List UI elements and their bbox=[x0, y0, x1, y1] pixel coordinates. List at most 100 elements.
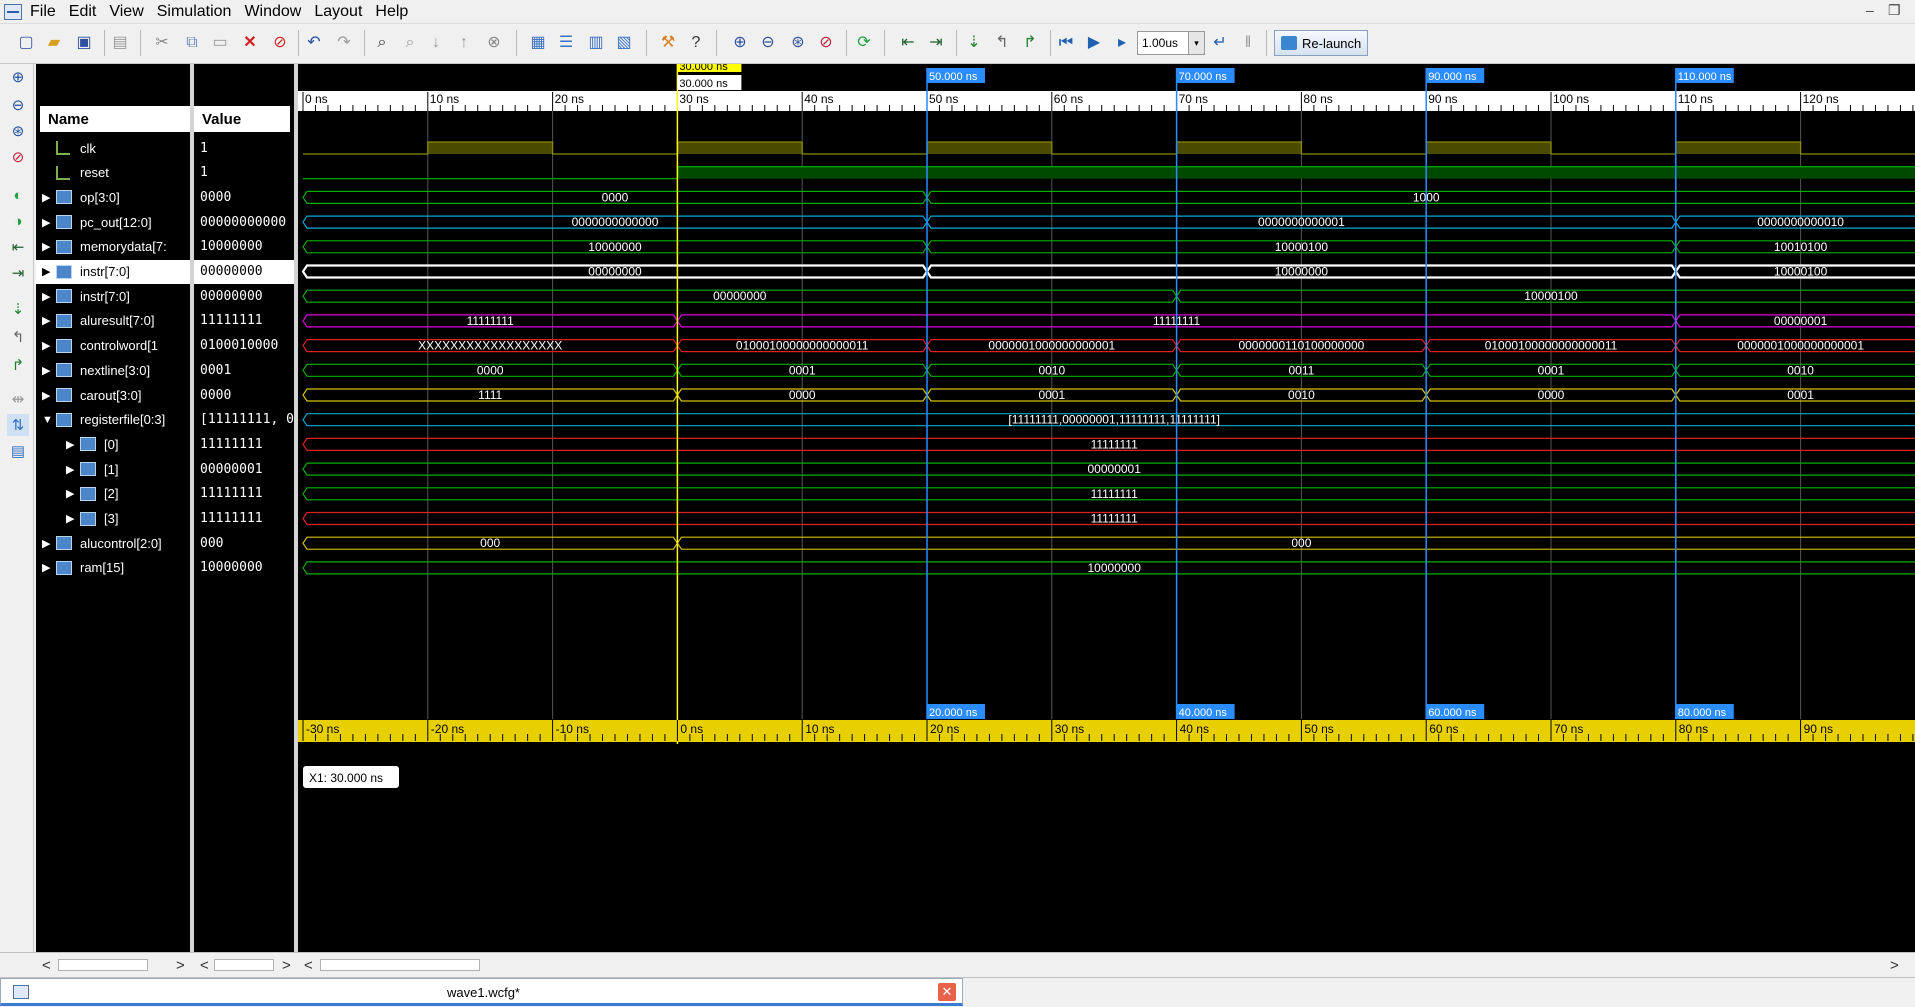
restore-button[interactable]: ❐ bbox=[1888, 2, 1901, 19]
expand-arrow-icon[interactable]: ▶ bbox=[42, 314, 50, 327]
menu-window[interactable]: Window bbox=[242, 3, 312, 21]
relaunch-button[interactable]: Re-launch bbox=[1274, 30, 1368, 56]
step-over-icon[interactable]: ↵ bbox=[1208, 30, 1232, 56]
expand-arrow-icon[interactable]: ▶ bbox=[66, 438, 74, 451]
go-to-last-time-icon[interactable]: ⇥ bbox=[924, 30, 948, 56]
expand-arrow-icon[interactable]: ▶ bbox=[42, 389, 50, 402]
step-icon[interactable]: ⇣ bbox=[962, 30, 986, 56]
go-to-last-time-icon[interactable]: ◑ bbox=[7, 210, 29, 232]
clear-icon[interactable]: ⊗ bbox=[482, 30, 506, 56]
zoom-out-icon[interactable]: ⊖ bbox=[756, 30, 780, 56]
signal-row[interactable]: ▶ [2] bbox=[36, 482, 190, 506]
expand-arrow-icon[interactable]: ▶ bbox=[42, 265, 50, 278]
move-up-icon[interactable]: ↑ bbox=[452, 30, 476, 56]
print-icon[interactable]: ▤ bbox=[108, 30, 132, 56]
run-time-field[interactable]: 1.00us bbox=[1137, 31, 1189, 55]
floating-ruler-icon[interactable]: ▤ bbox=[7, 440, 29, 462]
expand-arrow-icon[interactable]: ▶ bbox=[42, 561, 50, 574]
expand-arrow-icon[interactable]: ▶ bbox=[42, 290, 50, 303]
redo-icon[interactable]: ↷ bbox=[332, 30, 356, 56]
value-scroll-thumb[interactable] bbox=[214, 959, 274, 971]
waveform-scroll-thumb[interactable] bbox=[320, 959, 480, 971]
expand-arrow-icon[interactable]: ▶ bbox=[42, 339, 50, 352]
zoom-out-icon[interactable]: ⊖ bbox=[7, 94, 29, 116]
collapse-arrow-icon[interactable]: ▼ bbox=[42, 414, 53, 426]
tab-wave1[interactable]: wave1.wcfg* ✕ bbox=[0, 978, 963, 1006]
ungroup-icon[interactable]: ▧ bbox=[612, 30, 636, 56]
delete-icon[interactable]: ✕ bbox=[238, 30, 262, 56]
signal-row[interactable]: ▶ [3] bbox=[36, 507, 190, 531]
scroll-left-arrow[interactable]: < bbox=[200, 957, 209, 974]
find-next-icon[interactable]: ⌕ bbox=[398, 30, 422, 56]
signal-row[interactable]: ▶ op[3:0] bbox=[36, 185, 190, 209]
signal-row[interactable]: ▶ aluresult[7:0] bbox=[36, 309, 190, 333]
scroll-right-arrow[interactable]: > bbox=[282, 957, 291, 974]
signal-row[interactable]: ▶ controlword[1 bbox=[36, 334, 190, 358]
snap-to-transition-icon[interactable]: ⇅ bbox=[7, 414, 29, 436]
add-marker-icon[interactable]: ⇣ bbox=[7, 298, 29, 320]
cut-icon[interactable]: ✂ bbox=[150, 30, 174, 56]
scroll-left-arrow[interactable]: < bbox=[304, 957, 313, 974]
zoom-fit-icon[interactable]: ⊛ bbox=[7, 120, 29, 142]
run-time-dropdown-icon[interactable]: ▾ bbox=[1188, 31, 1205, 55]
signal-row[interactable]: ▶ instr[7:0] bbox=[36, 284, 190, 308]
next-marker-icon[interactable]: ↱ bbox=[7, 354, 29, 376]
restart-icon[interactable]: ⏮ bbox=[1054, 30, 1078, 56]
zoom-in-icon[interactable]: ⊕ bbox=[7, 66, 29, 88]
scroll-left-arrow[interactable]: < bbox=[42, 957, 51, 974]
menu-view[interactable]: View bbox=[107, 3, 154, 21]
signal-row[interactable]: ▶ nextline[3:0] bbox=[36, 358, 190, 382]
zoom-cursor-icon[interactable]: ⊘ bbox=[814, 30, 838, 56]
settings-icon[interactable]: ⚒ bbox=[656, 30, 680, 56]
menu-simulation[interactable]: Simulation bbox=[155, 3, 243, 21]
refresh-icon[interactable]: ⟳ bbox=[852, 30, 876, 56]
menu-edit[interactable]: Edit bbox=[67, 3, 108, 21]
find-icon[interactable]: ⌕ bbox=[370, 30, 394, 56]
next-transition-icon[interactable]: ⇥ bbox=[7, 262, 29, 284]
menu-layout[interactable]: Layout bbox=[312, 3, 373, 21]
scroll-right-arrow[interactable]: > bbox=[176, 957, 185, 974]
run-all-icon[interactable]: ▶ bbox=[1082, 30, 1106, 56]
signal-row[interactable]: clk bbox=[36, 136, 190, 160]
signal-row[interactable]: ▶ carout[3:0] bbox=[36, 383, 190, 407]
go-to-time-0-icon[interactable]: ◐ bbox=[7, 184, 29, 206]
zoom-fit-icon[interactable]: ⊛ bbox=[786, 30, 810, 56]
move-down-icon[interactable]: ↓ bbox=[424, 30, 448, 56]
zoom-cursor-icon[interactable]: ⊘ bbox=[7, 146, 29, 168]
open-folder-icon[interactable]: ▰ bbox=[42, 30, 66, 56]
signal-row[interactable]: reset bbox=[36, 161, 190, 185]
swap-cursors-icon[interactable]: ⇹ bbox=[7, 388, 29, 410]
expand-arrow-icon[interactable]: ▶ bbox=[66, 512, 74, 525]
run-for-icon[interactable]: ▸ bbox=[1110, 30, 1134, 56]
value-column-header[interactable]: Value bbox=[194, 106, 290, 132]
divider-icon[interactable]: ☰ bbox=[554, 30, 578, 56]
go-to-time-0-icon[interactable]: ⇤ bbox=[896, 30, 920, 56]
signal-row[interactable]: ▼ registerfile[0:3] bbox=[36, 408, 190, 432]
expand-arrow-icon[interactable]: ▶ bbox=[42, 191, 50, 204]
menu-help[interactable]: Help bbox=[373, 3, 419, 21]
signal-row[interactable]: ▶ [1] bbox=[36, 457, 190, 481]
signal-row[interactable]: ▶ [0] bbox=[36, 432, 190, 456]
help-icon[interactable]: ? bbox=[684, 30, 708, 56]
name-column-header[interactable]: Name bbox=[40, 106, 190, 132]
waveform-canvas[interactable]: 0 ns 10 ns 20 ns 30 ns 40 ns 50 ns 60 ns 70 ns 8… bbox=[298, 64, 1915, 977]
signal-row[interactable]: ▶ ram[15] bbox=[36, 556, 190, 580]
expand-arrow-icon[interactable]: ▶ bbox=[66, 487, 74, 500]
virtual-bus-icon[interactable]: ▥ bbox=[584, 30, 608, 56]
minimize-button[interactable]: – bbox=[1866, 2, 1874, 18]
save-icon[interactable]: ▣ bbox=[72, 30, 96, 56]
previous-transition-icon[interactable]: ↰ bbox=[990, 30, 1014, 56]
signal-row[interactable]: ▶ pc_out[12:0] bbox=[36, 210, 190, 234]
expand-arrow-icon[interactable]: ▶ bbox=[66, 463, 74, 476]
signal-row[interactable]: ▶ memorydata[7: bbox=[36, 235, 190, 259]
break-icon[interactable]: ‖ bbox=[1236, 30, 1260, 56]
expand-arrow-icon[interactable]: ▶ bbox=[42, 364, 50, 377]
scroll-right-arrow[interactable]: > bbox=[1890, 957, 1899, 974]
zoom-in-icon[interactable]: ⊕ bbox=[728, 30, 752, 56]
tab-close-icon[interactable]: ✕ bbox=[938, 983, 956, 1001]
previous-marker-icon[interactable]: ↰ bbox=[7, 326, 29, 348]
previous-transition-icon[interactable]: ⇤ bbox=[7, 236, 29, 258]
expand-arrow-icon[interactable]: ▶ bbox=[42, 240, 50, 253]
group-icon[interactable]: ▦ bbox=[526, 30, 550, 56]
menu-file[interactable]: File bbox=[28, 3, 67, 21]
